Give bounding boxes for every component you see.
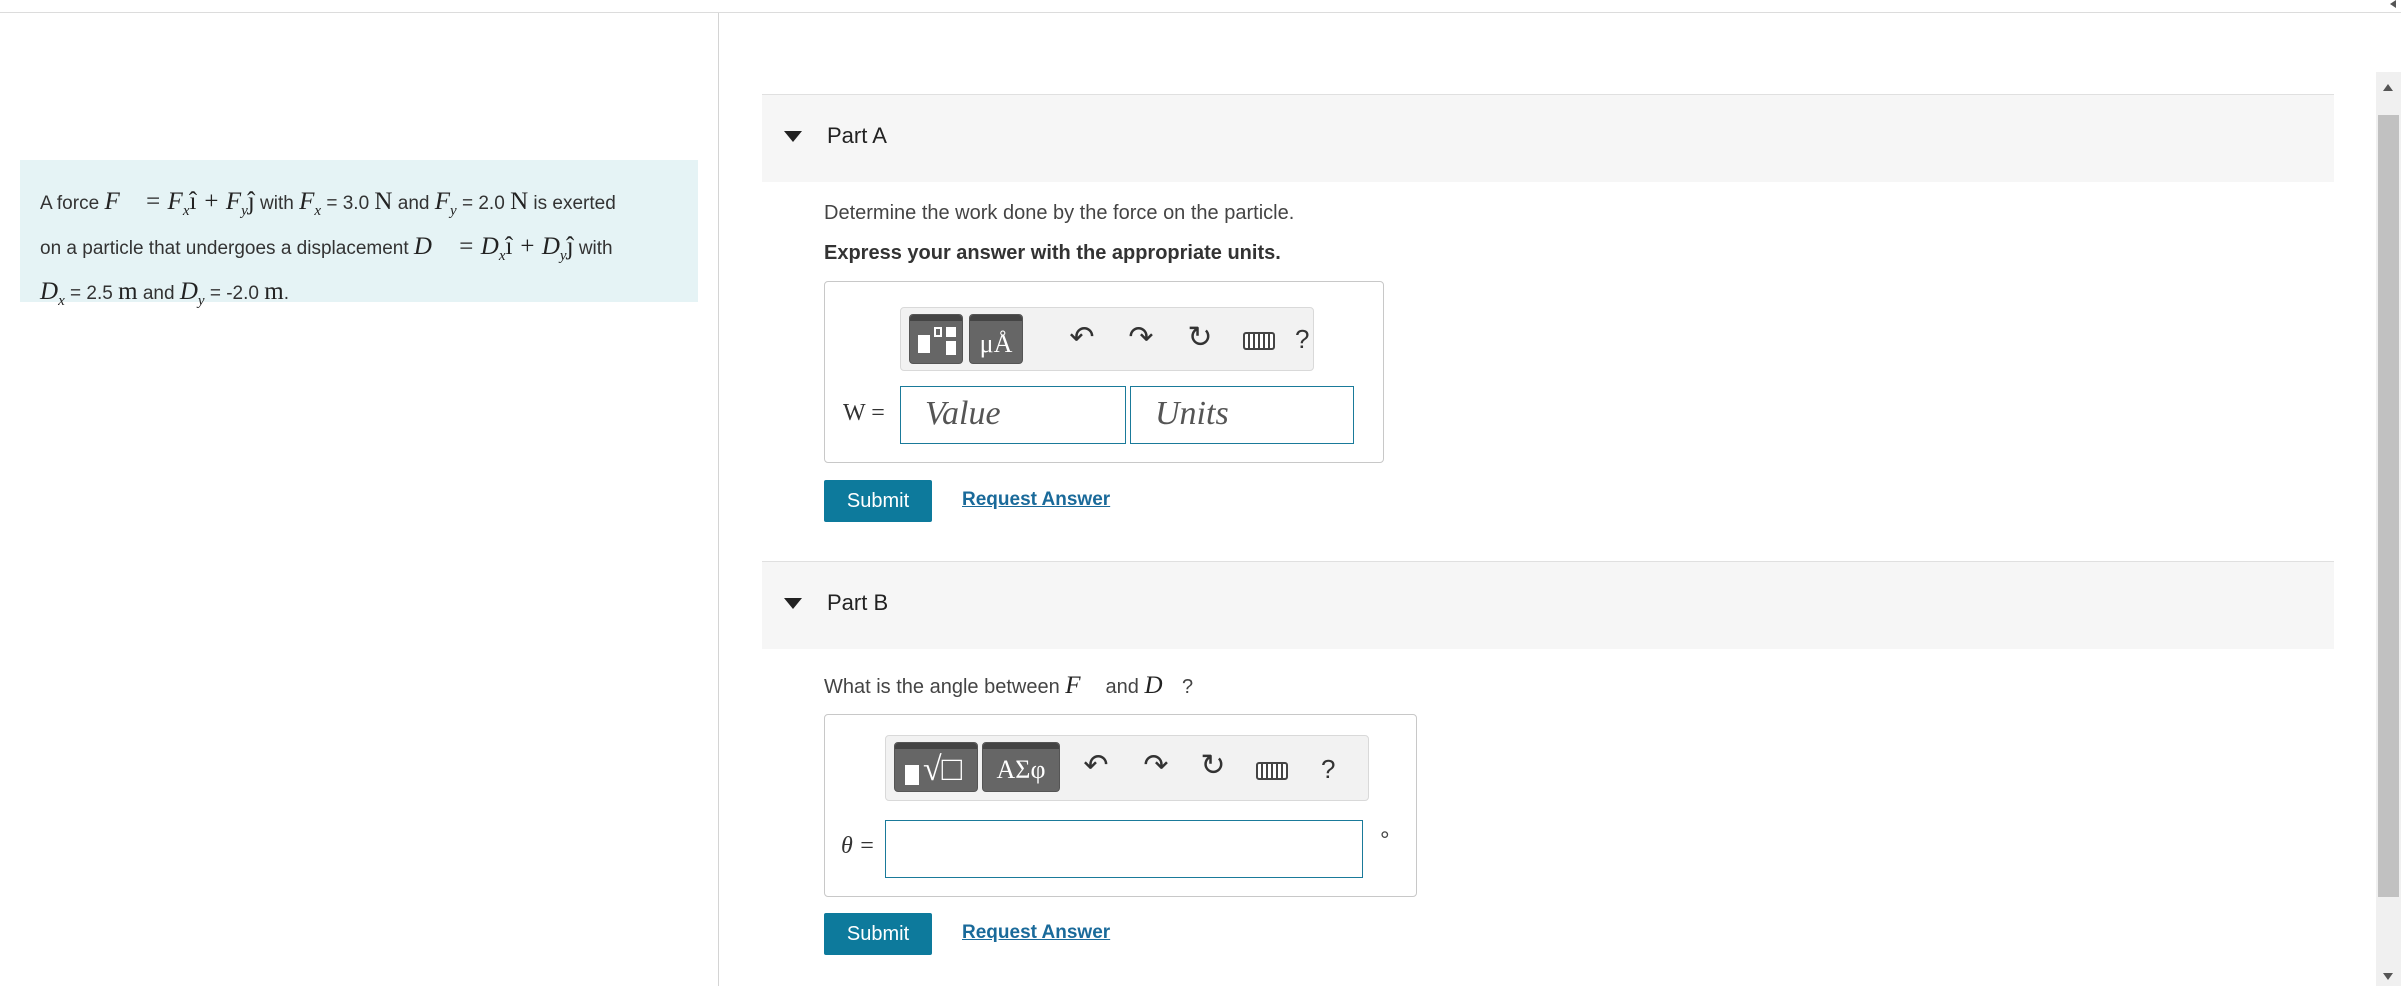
- undo-icon[interactable]: ↶: [1076, 748, 1116, 783]
- shape: [946, 327, 956, 337]
- cap: [970, 315, 1022, 321]
- scroll-up-arrow-icon[interactable]: [2383, 84, 2393, 91]
- keyboard-icon[interactable]: [1243, 332, 1275, 350]
- part-b-header[interactable]: Part B: [762, 561, 2334, 649]
- unit-m: m: [118, 278, 138, 305]
- column-divider: [718, 13, 719, 986]
- part-a-request-answer-link[interactable]: Request Answer: [962, 489, 1110, 511]
- text: = -2.0: [209, 283, 259, 304]
- scrollbar-thumb[interactable]: [2378, 115, 2399, 897]
- redo-icon[interactable]: ↷: [1121, 320, 1161, 355]
- part-a-submit-button[interactable]: Submit: [824, 480, 932, 522]
- part-b-title: Part B: [827, 590, 889, 615]
- text: = 2.5: [70, 283, 113, 304]
- radical-icon: √□: [923, 751, 963, 788]
- units-symbol-label: μÅ: [979, 329, 1013, 358]
- text: and: [142, 283, 175, 304]
- displacement-vector: D⃗ = Dxî + Dyĵ: [413, 233, 574, 264]
- unit-N: N: [510, 188, 529, 215]
- text: = 2.0: [461, 193, 505, 214]
- reset-icon[interactable]: ↻: [1193, 748, 1233, 783]
- scroll-down-arrow-icon[interactable]: [2383, 973, 2393, 980]
- cap: [910, 315, 962, 321]
- help-icon[interactable]: ?: [1295, 324, 1309, 355]
- force-vector: F⃗: [1065, 672, 1100, 699]
- part-a-answer-box: μÅ ↶ ↷ ↻ ? W = Value Units: [824, 281, 1384, 463]
- work-variable-label: W =: [843, 400, 885, 426]
- math: Dx: [40, 278, 65, 309]
- text: is exerted: [533, 193, 616, 214]
- units-symbol-icon[interactable]: μÅ: [969, 314, 1023, 364]
- greek-symbols-icon[interactable]: ΑΣφ: [982, 742, 1060, 792]
- help-icon[interactable]: ?: [1321, 754, 1335, 785]
- period: .: [283, 283, 289, 304]
- unit-m: m: [264, 278, 284, 305]
- undo-icon[interactable]: ↶: [1062, 320, 1102, 355]
- text: with: [578, 238, 613, 259]
- math: = Fxî + Fyĵ: [144, 188, 255, 219]
- force-vector: F⃗: [104, 188, 140, 215]
- text: = 3.0: [326, 193, 370, 214]
- part-a-question: Determine the work done by the force on …: [824, 202, 1295, 224]
- collapse-triangle-icon[interactable]: [784, 598, 802, 609]
- part-b-answer-box: √□ ΑΣφ ↶ ↷ ↻ ? θ = °: [824, 714, 1417, 897]
- collapse-triangle-icon[interactable]: [784, 131, 802, 142]
- top-border: [0, 12, 2401, 13]
- angle-input[interactable]: [885, 820, 1363, 878]
- text: with: [260, 193, 294, 214]
- greek-symbols-label: ΑΣφ: [996, 755, 1046, 784]
- math: Dy: [179, 278, 205, 309]
- shape: [918, 335, 930, 353]
- shape: [946, 341, 956, 355]
- text: ?: [1181, 676, 1194, 698]
- text: What is the angle between: [824, 676, 1060, 698]
- template-icon[interactable]: √□: [894, 742, 978, 792]
- text: and: [1105, 676, 1139, 698]
- cap: [895, 743, 977, 749]
- template-icon[interactable]: [909, 314, 963, 364]
- part-b-request-answer-link[interactable]: Request Answer: [962, 922, 1110, 944]
- math: Fx: [299, 188, 322, 219]
- problem-statement: A force F⃗ = Fxî + Fyĵ with Fx = 3.0 N a…: [20, 160, 698, 309]
- text: and: [397, 193, 430, 214]
- reset-icon[interactable]: ↻: [1180, 320, 1220, 355]
- unit-N: N: [374, 188, 393, 215]
- displacement-vector: D⃗: [1144, 672, 1182, 699]
- shape: [905, 765, 919, 785]
- scroll-left-arrow-icon[interactable]: [2390, 0, 2396, 8]
- keyboard-icon[interactable]: [1256, 762, 1288, 780]
- text: on a particle that undergoes a displacem…: [40, 238, 409, 259]
- text: A force: [40, 193, 100, 214]
- cap: [983, 743, 1059, 749]
- part-a-toolbar: μÅ ↶ ↷ ↻ ?: [900, 307, 1314, 371]
- part-b-toolbar: √□ ΑΣφ ↶ ↷ ↻ ?: [885, 735, 1369, 801]
- part-a-header[interactable]: Part A: [762, 94, 2334, 182]
- value-input[interactable]: Value: [900, 386, 1126, 444]
- part-a-title: Part A: [827, 123, 887, 148]
- math: Fy: [434, 188, 457, 219]
- redo-icon[interactable]: ↷: [1136, 748, 1176, 783]
- theta-variable-label: θ =: [841, 833, 875, 859]
- part-b-question: What is the angle between F⃗ and D⃗?: [824, 672, 1193, 700]
- units-input[interactable]: Units: [1130, 386, 1354, 444]
- part-b-submit-button[interactable]: Submit: [824, 913, 932, 955]
- degree-symbol: °: [1380, 827, 1390, 854]
- shape: [934, 327, 942, 337]
- part-a-instruction: Express your answer with the appropriate…: [824, 242, 1281, 264]
